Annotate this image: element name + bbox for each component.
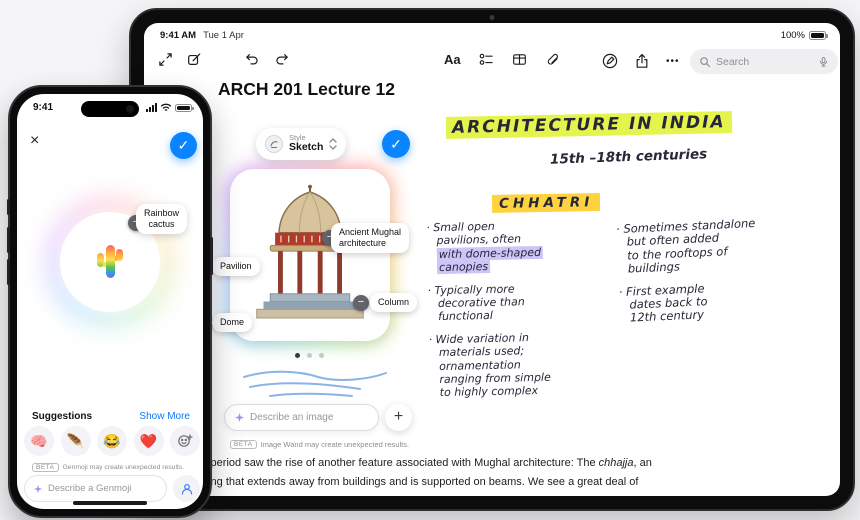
add-image-button[interactable]: +: [385, 404, 412, 431]
volume-down-button: [7, 259, 10, 285]
notes-app-screen: 9:41 AM Tue 1 Apr 100% Aa ••• Search ARC…: [144, 23, 840, 496]
describe-image-field[interactable]: [224, 404, 379, 431]
close-icon[interactable]: ×: [30, 132, 39, 150]
share-icon[interactable]: [634, 53, 650, 69]
label-chip-rainbow-cactus[interactable]: Rainbow cactus: [136, 204, 188, 234]
power-button: [210, 237, 213, 275]
note-paragraph: s period saw the rise of another feature…: [202, 457, 652, 488]
toolbar-left-group: [158, 52, 290, 67]
handwritten-column-right: · Sometimes standalone but often added t…: [615, 216, 756, 325]
stage: 9:41 AM Tue 1 Apr 100% Aa ••• Search ARC…: [0, 0, 860, 520]
volume-up-button: [7, 227, 10, 253]
style-value: Sketch: [289, 141, 324, 154]
handwritten-section-title: CHHATRI: [491, 193, 601, 213]
image-pagination-dots[interactable]: [295, 353, 324, 358]
genmoji-confirm-button[interactable]: ✓: [170, 132, 197, 159]
ipad-camera: [489, 15, 495, 20]
undo-icon[interactable]: [244, 52, 260, 67]
suggestion-emoji[interactable]: 🧠: [24, 426, 54, 456]
suggestion-emoji[interactable]: ❤️: [133, 426, 164, 456]
search-icon: [699, 56, 711, 68]
ipad-status-bar-right: 100%: [780, 30, 828, 41]
label-chip-column[interactable]: Column: [370, 293, 418, 312]
show-more-link[interactable]: Show More: [139, 411, 190, 422]
chevron-up-down-icon: [329, 138, 338, 150]
redo-icon[interactable]: [274, 52, 290, 67]
iphone-status-time: 9:41: [33, 102, 54, 113]
battery-icon: [809, 31, 828, 40]
compose-icon[interactable]: [187, 52, 202, 67]
sparkle-icon: [33, 484, 43, 494]
search-field[interactable]: [690, 49, 838, 74]
describe-genmoji-input[interactable]: [48, 483, 158, 494]
ipad-status-bar-left: 9:41 AM Tue 1 Apr: [160, 30, 244, 41]
genmoji-beta-note: BETA Genmoji may create unexpected resul…: [32, 463, 184, 472]
style-picker[interactable]: Style Sketch: [256, 128, 347, 160]
ipad-device: 9:41 AM Tue 1 Apr 100% Aa ••• Search ARC…: [129, 8, 855, 511]
search-input[interactable]: [716, 55, 813, 68]
ipad-status-date: Tue 1 Apr: [203, 30, 244, 41]
remove-label-button[interactable]: −: [353, 295, 369, 311]
markup-pen-icon[interactable]: [602, 53, 618, 69]
label-chip-pavilion[interactable]: Pavilion: [212, 257, 260, 276]
table-icon[interactable]: [512, 52, 527, 67]
describe-genmoji-field[interactable]: [24, 475, 167, 502]
toolbar-center-group: Aa: [444, 52, 560, 67]
page-dot[interactable]: [295, 353, 300, 358]
suggestions-row: 🧠 🪶 😂 ❤️: [24, 426, 200, 456]
iphone-device: 9:41 × ✓ − Rainbow cactus: [7, 85, 213, 518]
genmoji-screen: 9:41 × ✓ − Rainbow cactus: [17, 94, 203, 509]
expand-icon[interactable]: [158, 52, 173, 67]
dynamic-island: [81, 101, 139, 117]
checklist-icon[interactable]: [479, 52, 494, 67]
rainbow-cactus-emoji: [94, 244, 126, 280]
wifi-icon: [160, 103, 172, 112]
add-emoji-icon[interactable]: [170, 426, 200, 456]
page-dot[interactable]: [307, 353, 312, 358]
attachment-icon[interactable]: [545, 52, 560, 67]
page-dot[interactable]: [319, 353, 324, 358]
handwritten-subheading: 15th –18th centuries: [549, 146, 708, 168]
pencil-sketch-squiggle: [240, 365, 390, 399]
more-options-icon[interactable]: •••: [666, 56, 680, 67]
iphone-status-icons: [146, 103, 194, 112]
person-avatar-button[interactable]: [173, 475, 200, 502]
battery-icon: [175, 103, 194, 112]
toolbar-right-group: •••: [602, 53, 680, 69]
generated-image-card[interactable]: [230, 169, 390, 341]
suggestions-title: Suggestions: [32, 411, 93, 422]
ipad-status-time: 9:41 AM: [160, 30, 197, 41]
suggestion-emoji[interactable]: 🪶: [60, 426, 91, 456]
describe-image-input[interactable]: [250, 412, 369, 423]
handwritten-heading: ARCHITECTURE IN INDIA: [445, 111, 732, 139]
home-indicator[interactable]: [73, 501, 147, 505]
mic-icon[interactable]: [818, 56, 829, 68]
image-wand-beta-note: BETA Image Wand may create unexpected re…: [230, 440, 409, 449]
sparkle-icon: [234, 412, 245, 423]
label-chip-ancient-mughal[interactable]: Ancient Mughal architecture: [331, 223, 410, 253]
label-chip-dome[interactable]: Dome: [212, 313, 253, 332]
style-swatch-icon: [265, 135, 283, 153]
image-wand-confirm-button[interactable]: ✓: [382, 130, 410, 158]
suggestion-emoji[interactable]: 😂: [97, 426, 127, 456]
note-title[interactable]: ARCH 201 Lecture 12: [218, 79, 395, 100]
text-format-icon[interactable]: Aa: [444, 52, 461, 67]
mute-switch: [7, 199, 10, 215]
style-picker-text: Style Sketch: [289, 133, 324, 154]
handwritten-column-left: · Small open pavilions, often with dome-…: [426, 219, 551, 400]
beta-badge: BETA: [32, 463, 59, 472]
beta-badge: BETA: [230, 440, 257, 449]
signal-icon: [146, 103, 157, 112]
ipad-battery-percent: 100%: [780, 30, 805, 41]
